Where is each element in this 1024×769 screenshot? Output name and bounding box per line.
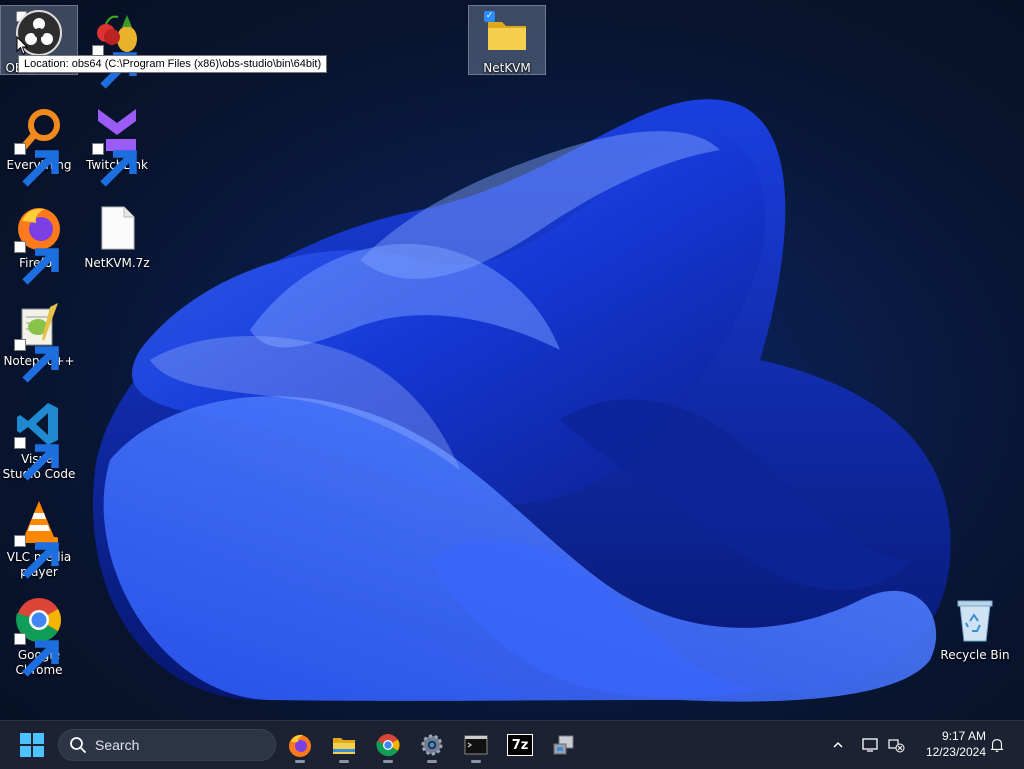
desktop-icon-notepadpp[interactable]: Notepad++ [0, 299, 78, 383]
taskbar-settings[interactable] [414, 727, 450, 763]
taskbar-firefox[interactable] [282, 727, 318, 763]
desktop-icon-recycle-bin[interactable]: Recycle Bin [936, 593, 1014, 663]
desktop-icon-netkvm-folder[interactable]: ✓ NetKVM [468, 5, 546, 75]
recycle-bin-icon [950, 595, 1000, 645]
mouse-cursor-icon [16, 36, 29, 55]
taskbar-chrome[interactable] [370, 727, 406, 763]
shortcut-arrow-icon [14, 143, 59, 187]
network-tray-button[interactable] [884, 721, 908, 769]
desktop[interactable]: OBS Studio ✓ NetKVM Location: obs64 (C:\… [0, 0, 1024, 720]
desktop-icon-everything[interactable]: Everything [0, 103, 78, 187]
windows-logo-icon [20, 733, 44, 757]
shortcut-arrow-icon [14, 437, 59, 481]
running-indicator [427, 760, 437, 763]
vlc-icon [14, 497, 64, 579]
running-indicator [339, 760, 349, 763]
chrome-icon [14, 595, 64, 677]
taskbar-terminal[interactable] [458, 727, 494, 763]
running-indicator [383, 760, 393, 763]
show-hidden-icons-button[interactable] [828, 721, 848, 769]
display-tray-button[interactable] [858, 721, 882, 769]
taskbar-7zip[interactable]: 7z [502, 727, 538, 763]
clock[interactable]: 9:17 AM 12/23/2024 [916, 728, 986, 760]
shortcut-arrow-icon [14, 339, 59, 383]
vscode-icon [14, 399, 64, 481]
desktop-icon-label: NetKVM [483, 61, 531, 75]
magnifier-icon [14, 105, 64, 187]
firefox-icon [14, 203, 64, 285]
shortcut-arrow-icon [14, 535, 59, 579]
settings-icon [421, 734, 443, 756]
7zip-label: 7z [511, 737, 529, 753]
shortcut-arrow-icon [92, 143, 137, 187]
twitchlink-icon [92, 105, 142, 187]
desktop-icon-chrome[interactable]: Google Chrome [0, 593, 78, 678]
running-indicator [471, 760, 481, 763]
chevron-up-icon [833, 741, 843, 748]
shortcut-arrow-icon [14, 633, 59, 677]
bell-icon [990, 739, 1004, 752]
network-disconnected-icon [888, 739, 905, 753]
desktop-icon-twitchlink[interactable]: TwitchLink [78, 103, 156, 187]
desktop-icon-vscode[interactable]: Visual Studio Code [0, 397, 78, 482]
search-box[interactable]: Search [58, 729, 276, 761]
firefox-icon [289, 734, 311, 757]
desktop-icon-netkvm-7z[interactable]: NetKVM.7z [78, 201, 156, 271]
file-icon [92, 203, 142, 253]
7zip-icon: 7z [507, 734, 533, 756]
search-icon [70, 737, 86, 753]
desktop-icon-vlc[interactable]: VLC media player [0, 495, 78, 580]
file-explorer-icon [333, 738, 355, 754]
desktop-icon-label: NetKVM.7z [84, 256, 150, 270]
taskbar-device-manager[interactable] [546, 727, 582, 763]
running-indicator [295, 760, 305, 763]
clock-time: 9:17 AM [941, 729, 986, 743]
search-placeholder: Search [95, 737, 140, 753]
display-icon [862, 738, 878, 752]
folder-icon [482, 8, 532, 58]
notepadpp-icon [14, 301, 64, 383]
tooltip: Location: obs64 (C:\Program Files (x86)\… [18, 55, 328, 73]
chrome-icon [376, 734, 400, 757]
notifications-button[interactable] [986, 721, 1008, 769]
desktop-icon-label: Recycle Bin [940, 648, 1010, 662]
clock-date: 12/23/2024 [925, 745, 986, 759]
taskbar: Search 7z 9:17 AM 12/23/2024 [0, 720, 1024, 769]
shortcut-arrow-icon [14, 241, 59, 285]
terminal-icon [464, 735, 488, 755]
start-button[interactable] [14, 727, 50, 763]
taskbar-file-explorer[interactable] [326, 727, 362, 763]
desktop-icon-cherry-pineapple[interactable] [78, 5, 156, 89]
cherry-pineapple-icon [92, 7, 142, 89]
desktop-icon-firefox[interactable]: Firefox [0, 201, 78, 285]
device-manager-icon [553, 735, 574, 755]
